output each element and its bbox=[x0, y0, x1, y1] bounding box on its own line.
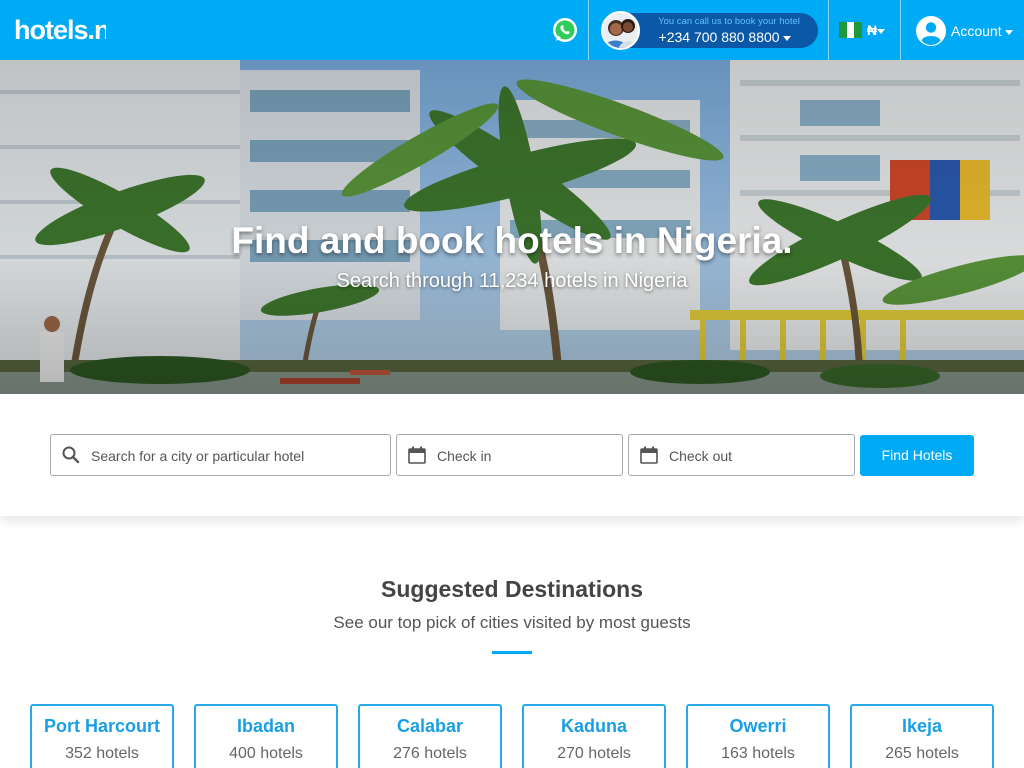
site-logo[interactable]: hotels.ng bbox=[14, 13, 126, 47]
destination-city: Calabar bbox=[396, 716, 464, 736]
destination-hotel-count: 163 hotels bbox=[721, 745, 795, 762]
destination-city: Kaduna bbox=[560, 716, 627, 736]
check-out-date-input[interactable]: Check out bbox=[628, 434, 855, 476]
support-agent-avatar bbox=[601, 11, 640, 50]
check-in-placeholder: Check in bbox=[437, 448, 492, 464]
account-label: Account bbox=[951, 23, 1014, 39]
destination-search-input[interactable]: Search for a city or particular hotel bbox=[50, 434, 391, 476]
whatsapp-icon[interactable] bbox=[552, 17, 578, 43]
account-caret-icon bbox=[1005, 29, 1014, 35]
destination-hotel-count: 352 hotels bbox=[65, 745, 139, 762]
nav-divider bbox=[588, 0, 589, 60]
user-avatar-icon bbox=[915, 15, 947, 47]
destination-placeholder: Search for a city or particular hotel bbox=[91, 448, 305, 464]
destination-city: Owerri bbox=[729, 716, 787, 736]
account-menu[interactable]: Account bbox=[915, 15, 1020, 47]
check-in-date-input[interactable]: Check in bbox=[396, 434, 623, 476]
calendar-icon bbox=[640, 446, 658, 464]
destination-card[interactable]: Ikeja 265 hotels bbox=[850, 704, 994, 768]
call-to-book-pill[interactable]: You can call us to book your hotel +234 … bbox=[601, 11, 818, 50]
heading-underline bbox=[492, 651, 532, 654]
destination-card[interactable]: Owerri 163 hotels bbox=[686, 704, 830, 768]
currency-selector[interactable]: ₦ bbox=[839, 22, 891, 40]
suggested-destinations-heading: Suggested Destinations bbox=[381, 576, 643, 602]
nav-divider bbox=[828, 0, 829, 60]
destination-city: Port Harcourt bbox=[43, 716, 160, 736]
destination-card[interactable]: Port Harcourt 352 hotels bbox=[30, 704, 174, 768]
destination-hotel-count: 400 hotels bbox=[229, 745, 303, 762]
destination-hotel-count: 270 hotels bbox=[557, 745, 631, 762]
find-hotels-button[interactable]: Find Hotels bbox=[860, 435, 974, 476]
destination-card[interactable]: Ibadan 400 hotels bbox=[194, 704, 338, 768]
phone-dropdown-caret-icon[interactable] bbox=[783, 35, 792, 41]
svg-text:hotels.ng: hotels.ng bbox=[14, 15, 106, 45]
nav-divider bbox=[900, 0, 901, 60]
currency-caret-icon bbox=[877, 28, 886, 34]
search-icon bbox=[62, 446, 80, 464]
destination-card[interactable]: Calabar 276 hotels bbox=[358, 704, 502, 768]
destination-hotel-count: 265 hotels bbox=[885, 745, 959, 762]
phone-number[interactable]: +234 700 880 8800 bbox=[645, 29, 805, 45]
nigeria-flag-icon bbox=[839, 22, 863, 38]
call-prompt-text: You can call us to book your hotel bbox=[658, 16, 800, 27]
hero-subtitle: Search through 11,234 hotels in Nigeria bbox=[336, 270, 688, 292]
suggested-destinations-subtitle: See our top pick of cities visited by mo… bbox=[333, 613, 691, 632]
calendar-icon bbox=[408, 446, 426, 464]
destination-city: Ikeja bbox=[901, 716, 943, 736]
destination-card[interactable]: Kaduna 270 hotels bbox=[522, 704, 666, 768]
currency-label: ₦ bbox=[867, 22, 886, 38]
destination-city: Ibadan bbox=[236, 716, 295, 736]
top-navbar: hotels.ng You can call us to book your h… bbox=[0, 0, 1024, 60]
destination-cards: Port Harcourt 352 hotels Ibadan 400 hote… bbox=[30, 704, 994, 768]
hero-title: Find and book hotels in Nigeria. bbox=[231, 220, 793, 261]
hotel-search-form: Search for a city or particular hotel Ch… bbox=[0, 394, 1024, 516]
destination-hotel-count: 276 hotels bbox=[393, 745, 467, 762]
hero-banner: Find and book hotels in Nigeria. Search … bbox=[0, 60, 1024, 394]
check-out-placeholder: Check out bbox=[669, 448, 733, 464]
